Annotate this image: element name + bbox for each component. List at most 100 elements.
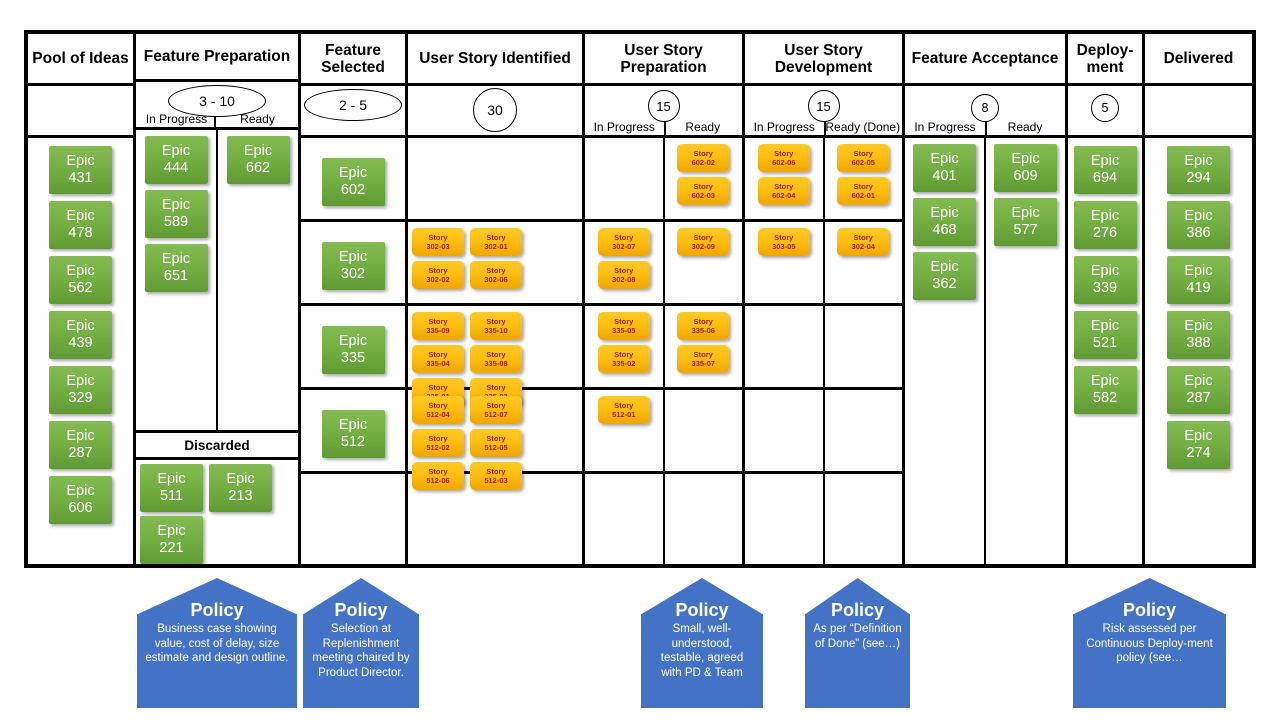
epic-card[interactable]: Epic 339 xyxy=(1073,256,1137,304)
story-card[interactable]: Story 335-06 xyxy=(677,312,730,340)
epic-card[interactable]: Epic 294 xyxy=(1167,146,1230,194)
epic-card[interactable]: Epic 401 xyxy=(913,144,976,192)
epic-card[interactable]: Epic 478 xyxy=(49,201,112,249)
epic-card[interactable]: Epic 521 xyxy=(1073,311,1137,359)
swimlane-row xyxy=(745,306,902,390)
epic-card[interactable]: Epic 274 xyxy=(1167,421,1230,469)
story-card[interactable]: Story 335-02 xyxy=(597,345,650,373)
story-card-label: Story xyxy=(428,433,448,443)
wip-limit-feature-selected: 2 - 5 xyxy=(304,89,402,121)
epic-card[interactable]: Epic 362 xyxy=(913,252,976,300)
story-card-label: Story xyxy=(614,349,634,359)
epic-card[interactable]: Epic 221 xyxy=(140,516,203,564)
epic-card[interactable]: Epic 662 xyxy=(226,136,290,184)
epic-card-number: 439 xyxy=(68,335,93,351)
story-card[interactable]: Story 302-04 xyxy=(837,228,890,256)
epic-card[interactable]: Epic 511 xyxy=(140,464,203,512)
discarded-header: Discarded xyxy=(136,430,298,460)
epic-card[interactable]: Epic 609 xyxy=(994,144,1057,192)
story-card-label: Story xyxy=(853,232,873,242)
story-card-number: 512-05 xyxy=(484,443,508,452)
story-card[interactable]: Story 512-02 xyxy=(412,429,464,457)
column-body-user-story-preparation: Story 602-02 Story 602-03 Story 302-07 Story 30… xyxy=(585,138,742,564)
epic-card[interactable]: Epic 582 xyxy=(1073,366,1137,414)
story-card-label: Story xyxy=(614,232,634,242)
epic-card[interactable]: Epic 335 xyxy=(321,325,385,374)
column-body-pool-of-ideas: Epic 431 Epic 478 Epic 562 Epic 439 Epic 329 Epic 2… xyxy=(28,138,133,564)
policy-title: Policy xyxy=(830,600,885,620)
story-card[interactable]: Story 335-04 xyxy=(412,345,464,373)
policy-title: Policy xyxy=(1122,600,1177,620)
epic-card[interactable]: Epic 287 xyxy=(49,421,112,469)
story-card-number: 335-09 xyxy=(426,326,450,335)
epic-card[interactable]: Epic 388 xyxy=(1167,311,1230,359)
story-card-label: Story xyxy=(428,400,448,410)
epic-card[interactable]: Epic 512 xyxy=(321,409,385,458)
story-card[interactable]: Story 602-05 xyxy=(837,144,890,172)
story-card[interactable]: Story 512-07 xyxy=(470,396,522,424)
story-card[interactable]: Story 602-04 xyxy=(757,177,810,205)
epic-card[interactable]: Epic 419 xyxy=(1167,256,1230,304)
epic-card[interactable]: Epic 444 xyxy=(144,136,208,184)
dev-ready-cell xyxy=(825,306,903,387)
column-header-feature-acceptance: Feature Acceptance xyxy=(905,34,1065,86)
wip-band-delivered xyxy=(1145,86,1252,138)
epic-card[interactable]: Epic 602 xyxy=(321,157,385,206)
epic-card[interactable]: Epic 589 xyxy=(144,190,208,238)
story-card[interactable]: Story 302-03 xyxy=(412,228,464,256)
epic-card[interactable]: Epic 287 xyxy=(1167,366,1230,414)
epic-card-number: 302 xyxy=(340,265,366,282)
epic-card-number: 339 xyxy=(1092,280,1118,296)
epic-card-label: Epic xyxy=(1184,263,1213,279)
wip-band-deployment: 5 xyxy=(1068,86,1142,138)
epic-card[interactable]: Epic 468 xyxy=(913,198,976,246)
epic-card[interactable]: Epic 439 xyxy=(49,311,112,359)
story-card[interactable]: Story 602-02 xyxy=(677,144,730,172)
epic-card[interactable]: Epic 302 xyxy=(321,241,385,290)
story-card[interactable]: Story 512-04 xyxy=(412,396,464,424)
story-card-label: Story xyxy=(853,148,873,158)
story-card[interactable]: Story 512-05 xyxy=(470,429,522,457)
story-card[interactable]: Story 335-07 xyxy=(677,345,730,373)
story-card[interactable]: Story 302-08 xyxy=(597,261,650,289)
epic-card[interactable]: Epic 606 xyxy=(49,476,112,524)
dev-in-progress-cell: Story 602-06 Story 602-04 xyxy=(745,138,825,219)
story-card[interactable]: Story 602-06 xyxy=(757,144,810,172)
epic-card[interactable]: Epic 329 xyxy=(49,366,112,414)
story-card[interactable]: Story 512-01 xyxy=(597,396,650,424)
policy-banner-user-story-development: Policy As per “Definition of Done” (see…) xyxy=(805,578,910,708)
wip-band-feature-selected: 2 - 5 xyxy=(301,86,405,138)
story-card[interactable]: Story 302-07 xyxy=(597,228,650,256)
epic-card[interactable]: Epic 562 xyxy=(49,256,112,304)
story-card[interactable]: Story 302-01 xyxy=(470,228,522,256)
prep-ready-cell: Story 302-09 xyxy=(665,222,743,303)
column-body-delivered: Epic 294 Epic 386 Epic 419 Epic 388 Epic 287 Epic 2… xyxy=(1145,138,1252,564)
epic-card[interactable]: Epic 276 xyxy=(1073,201,1137,249)
epic-card[interactable]: Epic 651 xyxy=(144,244,208,292)
swimlane-row: Story 512-04 Story 512-07 Story 512-02 Story 51… xyxy=(408,390,582,490)
epic-card[interactable]: Epic 431 xyxy=(49,146,112,194)
epic-card[interactable]: Epic 386 xyxy=(1167,201,1230,249)
identified-cell xyxy=(408,474,582,564)
story-card[interactable]: Story 335-09 xyxy=(412,312,464,340)
story-card[interactable]: Story 302-02 xyxy=(412,261,464,289)
epic-card[interactable]: Epic 213 xyxy=(209,464,272,512)
story-card[interactable]: Story 302-06 xyxy=(470,261,522,289)
story-card[interactable]: Story 602-01 xyxy=(837,177,890,205)
epic-card-number: 606 xyxy=(68,500,93,516)
story-card[interactable]: Story 335-10 xyxy=(470,312,522,340)
story-card[interactable]: Story 302-09 xyxy=(677,228,730,256)
epic-card[interactable]: Epic 577 xyxy=(994,198,1057,246)
epic-card-number: 468 xyxy=(932,222,957,238)
story-card[interactable]: Story 335-05 xyxy=(597,312,650,340)
story-card-label: Story xyxy=(486,232,506,242)
story-card[interactable]: Story 335-08 xyxy=(470,345,522,373)
epic-card[interactable]: Epic 694 xyxy=(1073,146,1137,194)
epic-card-label: Epic xyxy=(1011,205,1040,221)
story-card-number: 335-08 xyxy=(484,359,508,368)
feature-selected-cell: Epic 302 xyxy=(301,222,405,303)
swimlane-row: Story 303-05 Story 302-04 xyxy=(745,222,902,306)
split-feature-preparation: Epic 444 Epic 589 Epic 651 Epic 662 xyxy=(136,130,298,430)
story-card[interactable]: Story 303-05 xyxy=(757,228,810,256)
story-card[interactable]: Story 602-03 xyxy=(677,177,730,205)
